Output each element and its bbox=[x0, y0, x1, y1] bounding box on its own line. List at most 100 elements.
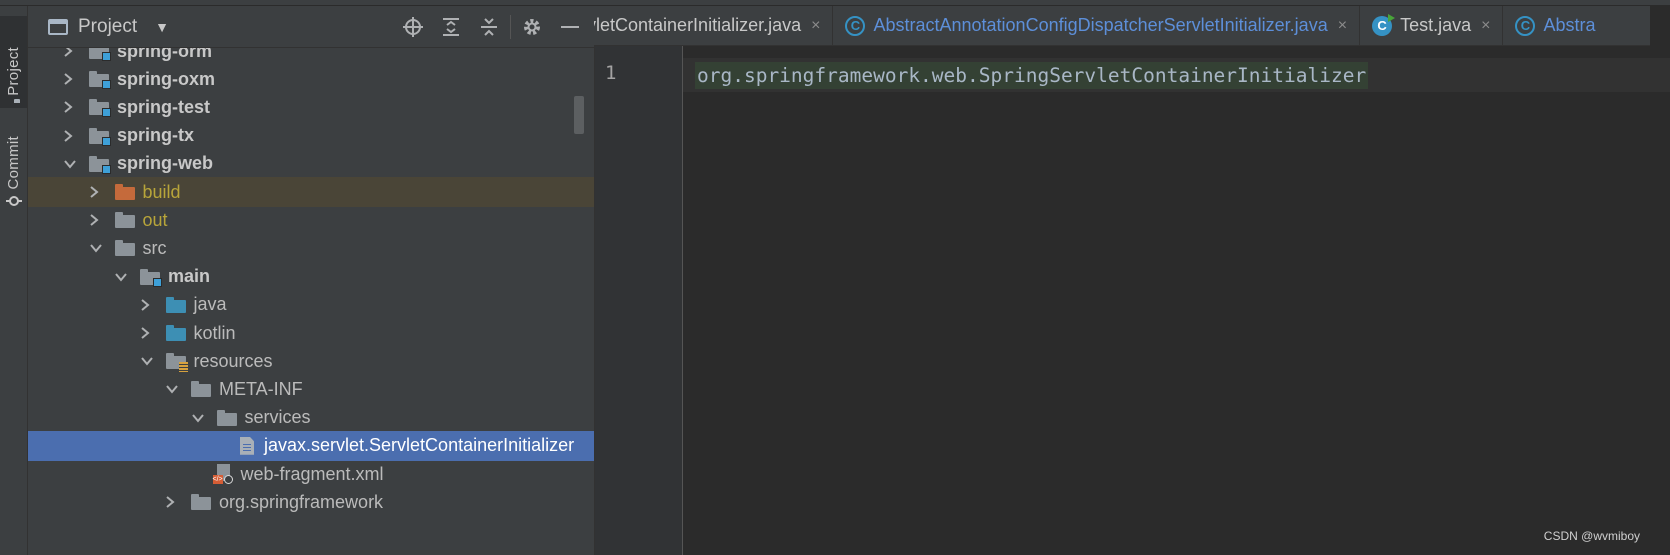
chevron-down-icon[interactable]: ▼ bbox=[155, 19, 169, 35]
tree-item-label: services bbox=[244, 407, 311, 428]
chevron-right-icon[interactable] bbox=[140, 298, 156, 312]
tree-item-label: kotlin bbox=[193, 322, 236, 343]
runnable-class-icon: C bbox=[1372, 13, 1396, 36]
tree-row[interactable]: build bbox=[28, 177, 594, 207]
editor-area: vletContainerInitializer.java × C AbstractA… bbox=[575, 6, 1670, 555]
chevron-right-icon[interactable] bbox=[89, 185, 105, 199]
tree-item-label: META-INF bbox=[219, 378, 303, 399]
editor-tab[interactable]: C Test.java × bbox=[1360, 6, 1502, 45]
chevron-right-icon[interactable] bbox=[63, 72, 79, 86]
tree-row[interactable]: </> web-fragment.xml bbox=[28, 459, 594, 489]
left-tool-stripe: Project Commit bbox=[0, 6, 28, 555]
tree-row[interactable]: spring-web bbox=[28, 149, 594, 179]
project-tool-label: Project bbox=[5, 47, 22, 96]
resources-folder-icon bbox=[165, 353, 188, 373]
tree-row[interactable]: kotlin bbox=[28, 318, 594, 348]
watermark: CSDN @wvmiboy bbox=[1543, 529, 1640, 543]
tree-row[interactable]: src bbox=[28, 233, 594, 263]
chevron-down-icon[interactable] bbox=[140, 356, 156, 366]
chevron-right-icon[interactable] bbox=[63, 100, 79, 114]
expand-all-icon[interactable] bbox=[432, 6, 470, 48]
line-number: 1 bbox=[605, 62, 617, 84]
project-panel-header: Project ▼ bbox=[28, 6, 594, 48]
project-window-icon bbox=[48, 18, 68, 35]
tree-row[interactable]: spring-test bbox=[28, 92, 594, 122]
editor-tab[interactable]: C Abstra bbox=[1503, 6, 1607, 45]
tree-row[interactable]: out bbox=[28, 205, 594, 235]
project-tool-button[interactable]: Project bbox=[0, 16, 27, 108]
close-icon[interactable]: × bbox=[1338, 17, 1347, 35]
close-icon[interactable]: × bbox=[811, 17, 820, 35]
chevron-down-icon[interactable] bbox=[191, 413, 207, 423]
folder-icon bbox=[191, 494, 211, 511]
xml-file-icon: </> bbox=[212, 464, 233, 484]
chevron-down-icon[interactable] bbox=[63, 159, 79, 169]
chevron-down-icon[interactable] bbox=[165, 384, 181, 394]
editor-tab-label: AbstractAnnotationConfigDispatcherServle… bbox=[873, 15, 1328, 35]
abstract-class-icon: C bbox=[1515, 15, 1536, 36]
hide-panel-icon[interactable] bbox=[551, 6, 589, 48]
tree-row[interactable]: spring-tx bbox=[28, 121, 594, 151]
folder-icon bbox=[114, 240, 135, 257]
source-folder-icon bbox=[165, 325, 186, 341]
tree-item-label: web-fragment.xml bbox=[240, 463, 384, 484]
tree-row[interactable]: org.springframework bbox=[28, 487, 594, 517]
tree-item-label: spring-tx bbox=[117, 125, 195, 146]
module-folder-icon bbox=[89, 71, 111, 90]
chevron-right-icon[interactable] bbox=[89, 213, 105, 227]
editor-tab[interactable]: vletContainerInitializer.java × bbox=[575, 6, 833, 45]
tree-item-label: build bbox=[142, 181, 181, 202]
locate-icon[interactable] bbox=[394, 6, 432, 48]
tree-item-label: src bbox=[142, 237, 167, 258]
commit-icon bbox=[5, 195, 22, 210]
module-folder-icon bbox=[89, 99, 111, 118]
chevron-right-icon[interactable] bbox=[140, 326, 156, 340]
commit-tool-label: Commit bbox=[5, 135, 22, 189]
gear-icon[interactable] bbox=[513, 6, 551, 48]
tree-row[interactable]: main bbox=[28, 262, 594, 292]
toolbar-divider bbox=[510, 15, 511, 39]
source-folder-icon bbox=[165, 296, 186, 313]
tree-row[interactable]: services bbox=[28, 403, 594, 433]
editor-tab-label: Test.java bbox=[1400, 15, 1472, 35]
folder-icon bbox=[216, 409, 237, 426]
text-file-icon bbox=[240, 436, 254, 455]
collapse-all-icon[interactable] bbox=[470, 6, 508, 48]
module-folder-icon bbox=[140, 268, 162, 287]
editor-tab[interactable]: C AbstractAnnotationConfigDispatcherServl… bbox=[833, 6, 1359, 45]
folder-icon bbox=[114, 212, 135, 229]
tree-row[interactable]: resources bbox=[28, 346, 594, 376]
module-folder-icon bbox=[89, 155, 111, 174]
project-panel-title: Project bbox=[78, 15, 138, 37]
tree-item-label: main bbox=[168, 266, 211, 287]
chevron-right-icon[interactable] bbox=[165, 495, 181, 509]
code-line[interactable]: org.springframework.web.SpringServletCon… bbox=[695, 62, 1369, 89]
excluded-folder-icon bbox=[114, 184, 135, 200]
editor-tab-label: vletContainerInitializer.java bbox=[587, 15, 802, 35]
tree-item-label: out bbox=[142, 209, 168, 230]
tree-scrollbar-thumb[interactable] bbox=[574, 96, 584, 134]
chevron-down-icon[interactable] bbox=[89, 243, 105, 253]
tree-item-label: spring-test bbox=[117, 96, 211, 117]
tree-row[interactable]: META-INF bbox=[28, 374, 594, 404]
chevron-down-icon[interactable] bbox=[114, 272, 130, 282]
tree-item-label: resources bbox=[193, 350, 273, 371]
commit-tool-button[interactable]: Commit bbox=[0, 124, 27, 216]
tree-item-label: spring-oxm bbox=[117, 68, 216, 89]
editor-tab-bar: vletContainerInitializer.java × C AbstractA… bbox=[575, 6, 1650, 46]
chevron-right-icon[interactable] bbox=[63, 129, 79, 143]
project-panel: Project ▼ spring-orm spring-oxm spring-tes… bbox=[28, 6, 595, 555]
folder-icon bbox=[191, 381, 211, 398]
tree-row[interactable]: javax.servlet.ServletContainerInitialize… bbox=[28, 430, 594, 461]
project-header-toolbar bbox=[394, 6, 589, 48]
tree-item-label: java bbox=[193, 294, 227, 315]
tree-item-label: javax.servlet.ServletContainerInitialize… bbox=[264, 435, 575, 456]
editor-tab-label: Abstra bbox=[1543, 15, 1596, 35]
abstract-class-icon: C bbox=[845, 15, 866, 36]
tree-row[interactable]: java bbox=[28, 290, 594, 320]
close-icon[interactable]: × bbox=[1481, 17, 1490, 35]
tree-item-label: spring-web bbox=[117, 153, 214, 174]
tree-row[interactable]: spring-oxm bbox=[28, 64, 594, 94]
tree-item-label: org.springframework bbox=[219, 491, 384, 512]
editor-gutter: 1 bbox=[595, 46, 683, 555]
